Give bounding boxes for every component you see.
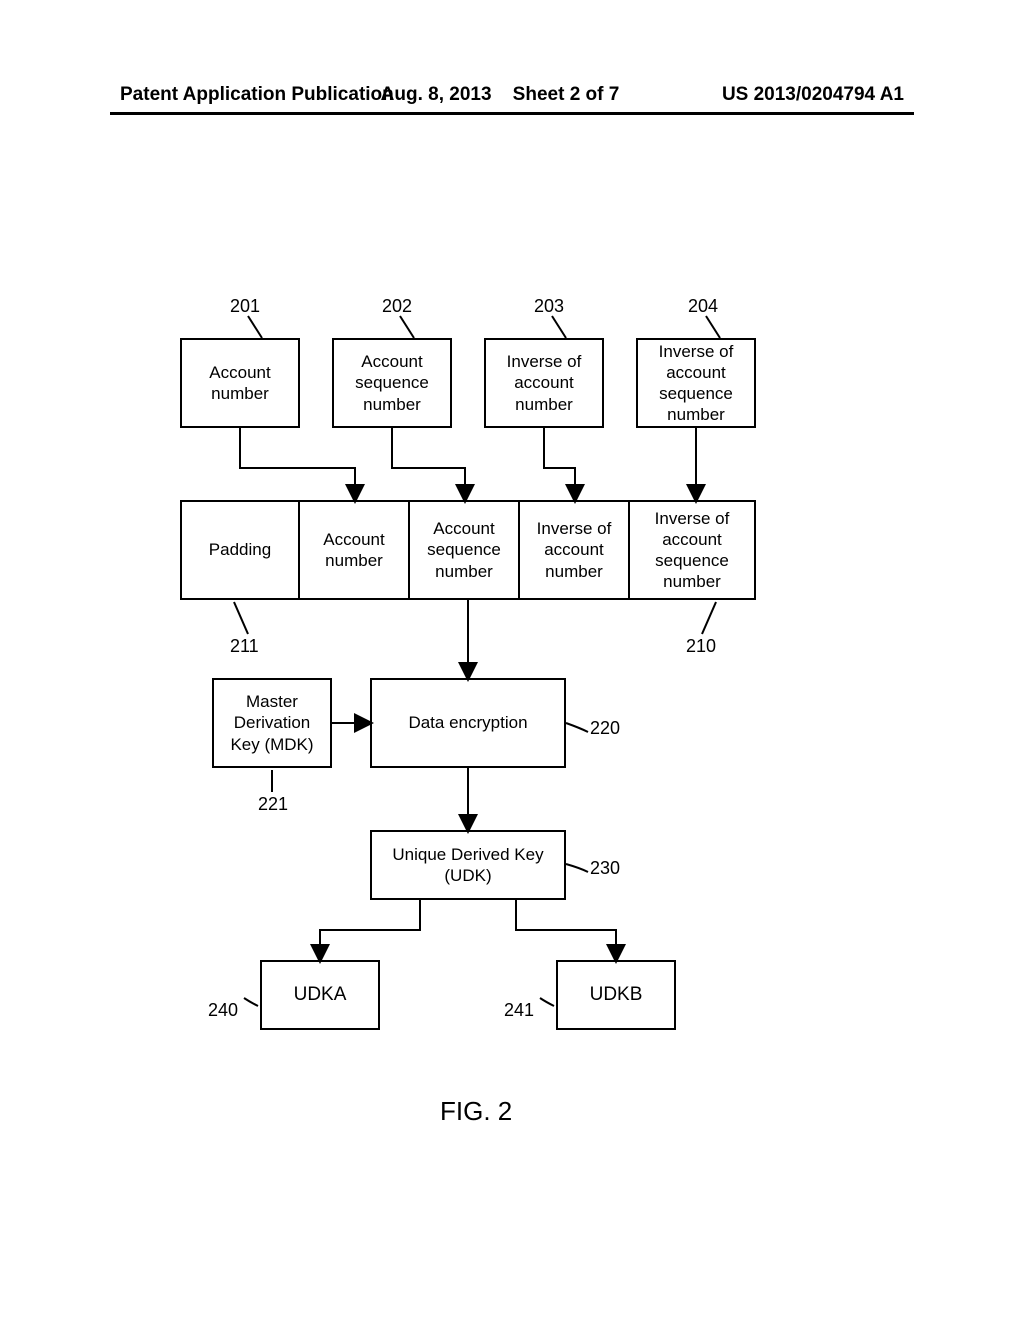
figure-caption: FIG. 2 xyxy=(440,1096,512,1127)
label: Inverse of account sequence number xyxy=(642,341,750,426)
cell-account-seq: Account sequence number xyxy=(410,500,520,600)
box-inv-account-seq-number: Inverse of account sequence number xyxy=(636,338,756,428)
box-account-number: Account number xyxy=(180,338,300,428)
cell-inv-account: Inverse of account number xyxy=(520,500,630,600)
label: Inverse of account sequence number xyxy=(634,508,750,593)
label: Account sequence number xyxy=(414,518,514,582)
header-right: US 2013/0204794 A1 xyxy=(722,84,904,106)
label: Padding xyxy=(209,539,271,560)
ref-220: 220 xyxy=(590,718,620,739)
ref-211: 211 xyxy=(230,636,259,657)
header-date: Aug. 8, 2013 xyxy=(381,84,492,105)
label: Inverse of account number xyxy=(524,518,624,582)
label: Account number xyxy=(304,529,404,572)
header-rule xyxy=(110,112,914,115)
ref-241: 241 xyxy=(504,1000,534,1021)
ref-203: 203 xyxy=(534,296,564,317)
label: Account sequence number xyxy=(338,351,446,415)
cell-account-number: Account number xyxy=(300,500,410,600)
label: Data encryption xyxy=(408,712,527,733)
cell-inv-account-seq: Inverse of account sequence number xyxy=(630,500,756,600)
header-sheet: Sheet 2 of 7 xyxy=(513,84,620,105)
ref-221: 221 xyxy=(258,794,288,815)
box-data-encryption: Data encryption xyxy=(370,678,566,768)
header-mid: Aug. 8, 2013 Sheet 2 of 7 xyxy=(340,84,660,106)
ref-230: 230 xyxy=(590,858,620,879)
box-udk: Unique Derived Key (UDK) xyxy=(370,830,566,900)
ref-202: 202 xyxy=(382,296,412,317)
box-inv-account-number: Inverse of account number xyxy=(484,338,604,428)
label: UDKB xyxy=(590,983,643,1007)
cell-padding: Padding xyxy=(180,500,300,600)
label: Account number xyxy=(186,362,294,405)
ref-201: 201 xyxy=(230,296,260,317)
label: Unique Derived Key (UDK) xyxy=(376,844,560,887)
ref-210: 210 xyxy=(686,636,716,657)
box-mdk: Master Derivation Key (MDK) xyxy=(212,678,332,768)
ref-240: 240 xyxy=(208,1000,238,1021)
label: Master Derivation Key (MDK) xyxy=(218,691,326,755)
label: Inverse of account number xyxy=(490,351,598,415)
ref-204: 204 xyxy=(688,296,718,317)
label: UDKA xyxy=(294,983,347,1007)
box-udkb: UDKB xyxy=(556,960,676,1030)
box-account-seq-number: Account sequence number xyxy=(332,338,452,428)
box-udka: UDKA xyxy=(260,960,380,1030)
